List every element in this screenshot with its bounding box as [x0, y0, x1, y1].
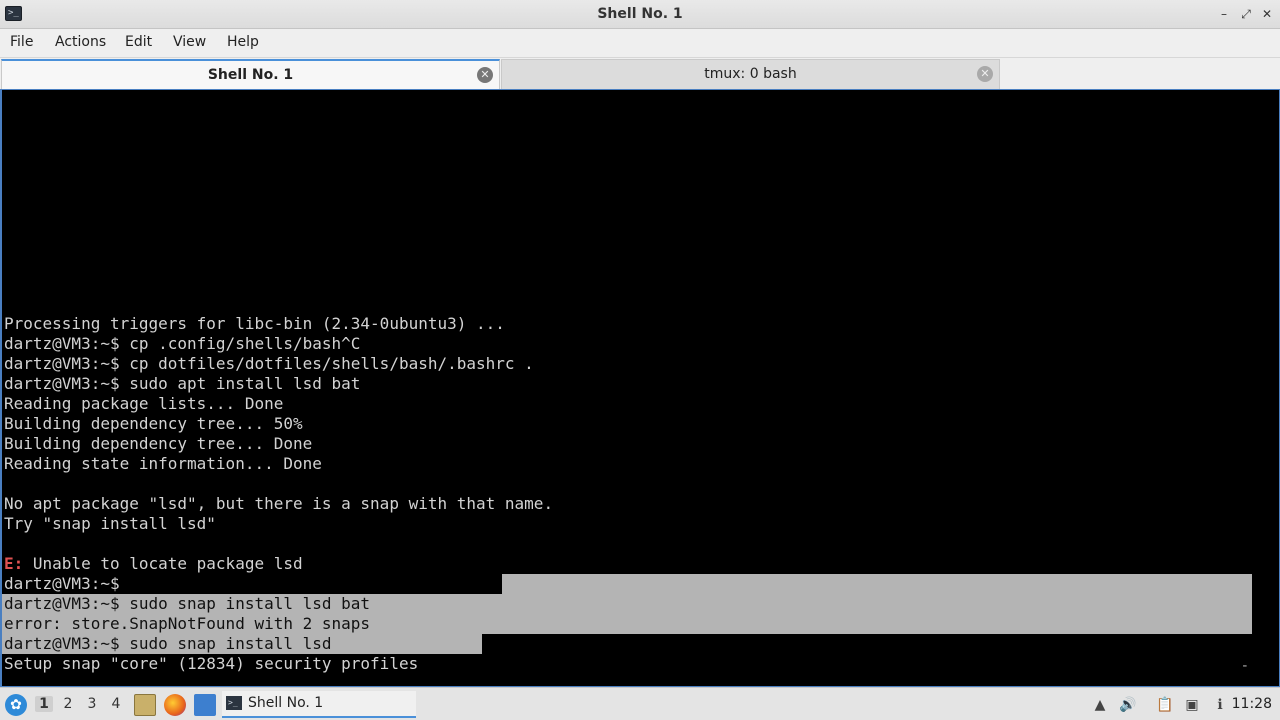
menu-actions[interactable]: Actions — [55, 34, 106, 50]
terminal-view[interactable]: Processing triggers for libc-bin (2.34-0… — [0, 89, 1280, 687]
workspace-2[interactable]: 2 — [59, 696, 77, 712]
terminal-line: No apt package "lsd", but there is a sna… — [4, 494, 554, 513]
terminal-task-icon: >_ — [226, 696, 242, 710]
tray-up-arrow-icon[interactable]: ▲ — [1091, 696, 1109, 714]
show-desktop-icon[interactable] — [194, 694, 216, 716]
terminal-line: Building dependency tree... Done — [4, 434, 313, 453]
start-menu-icon[interactable]: ✿ — [5, 694, 27, 716]
selection-highlight — [502, 574, 1252, 594]
tab-label: tmux: 0 bash — [704, 66, 797, 82]
window-title: Shell No. 1 — [597, 6, 683, 22]
close-button[interactable]: ✕ — [1259, 6, 1275, 22]
task-label: Shell No. 1 — [248, 695, 324, 711]
network-icon[interactable]: ▣ — [1183, 696, 1201, 714]
terminal-line-selected: dartz@VM3:~$ sudo snap install lsd bat — [4, 594, 371, 613]
terminal-line: Building dependency tree... 50% — [4, 414, 303, 433]
tab-shell-1[interactable]: Shell No. 1 ✕ — [1, 59, 500, 89]
title-bar: >_ Shell No. 1 – ⤢ ✕ — [0, 0, 1280, 29]
terminal-line: dartz@VM3:~$ cp dotfiles/dotfiles/shells… — [4, 354, 534, 373]
workspace-1[interactable]: 1 — [35, 696, 53, 712]
terminal-output: Processing triggers for libc-bin (2.34-0… — [4, 314, 553, 674]
error-text: Unable to locate package lsd — [23, 554, 303, 573]
menu-view[interactable]: View — [173, 34, 206, 50]
terminal-line: Setup snap "core" (12834) security profi… — [4, 654, 419, 673]
terminal-line-selected: dartz@VM3:~$ sudo snap install lsd — [4, 634, 332, 653]
menu-edit[interactable]: Edit — [125, 34, 152, 50]
tab-close-icon[interactable]: ✕ — [477, 67, 493, 83]
taskbar: ✿ 1 2 3 4 >_ Shell No. 1 ▲ 🔊 📋 ▣ ℹ 11:28 — [0, 687, 1280, 720]
terminal-line-selected: error: store.SnapNotFound with 2 snaps — [4, 614, 371, 633]
terminal-error-line: E: Unable to locate package lsd — [4, 554, 553, 574]
clipboard-icon[interactable]: 📋 — [1156, 696, 1174, 714]
volume-icon[interactable]: 🔊 — [1119, 696, 1137, 714]
taskbar-task-shell[interactable]: >_ Shell No. 1 — [222, 691, 416, 718]
workspace-4[interactable]: 4 — [107, 696, 125, 712]
menu-bar: File Actions Edit View Help — [0, 29, 1280, 58]
terminal-line: dartz@VM3:~$ — [4, 574, 120, 593]
clock[interactable]: 11:28 — [1232, 696, 1272, 712]
minimize-button[interactable]: – — [1216, 6, 1232, 22]
menu-help[interactable]: Help — [227, 34, 259, 50]
terminal-line: Reading package lists... Done — [4, 394, 284, 413]
file-manager-icon[interactable] — [134, 694, 156, 716]
error-prefix: E: — [4, 554, 24, 573]
tab-tmux[interactable]: tmux: 0 bash ✕ — [501, 59, 1000, 89]
maximize-button[interactable]: ⤢ — [1238, 6, 1254, 22]
terminal-line: Try "snap install lsd" — [4, 514, 216, 533]
tab-bar: Shell No. 1 ✕ tmux: 0 bash ✕ — [0, 58, 1280, 89]
menu-file[interactable]: File — [10, 34, 33, 50]
terminal-line: Reading state information... Done — [4, 454, 322, 473]
terminal-line: Processing triggers for libc-bin (2.34-0… — [4, 314, 505, 333]
tab-label: Shell No. 1 — [207, 67, 294, 83]
firefox-icon[interactable] — [164, 694, 186, 716]
update-notifier-icon[interactable]: ℹ — [1211, 696, 1229, 714]
terminal-line: dartz@VM3:~$ sudo apt install lsd bat — [4, 374, 361, 393]
status-dash: - — [1240, 658, 1249, 674]
tab-close-icon[interactable]: ✕ — [977, 66, 993, 82]
terminal-line: dartz@VM3:~$ cp .config/shells/bash^C — [4, 334, 361, 353]
workspace-3[interactable]: 3 — [83, 696, 101, 712]
